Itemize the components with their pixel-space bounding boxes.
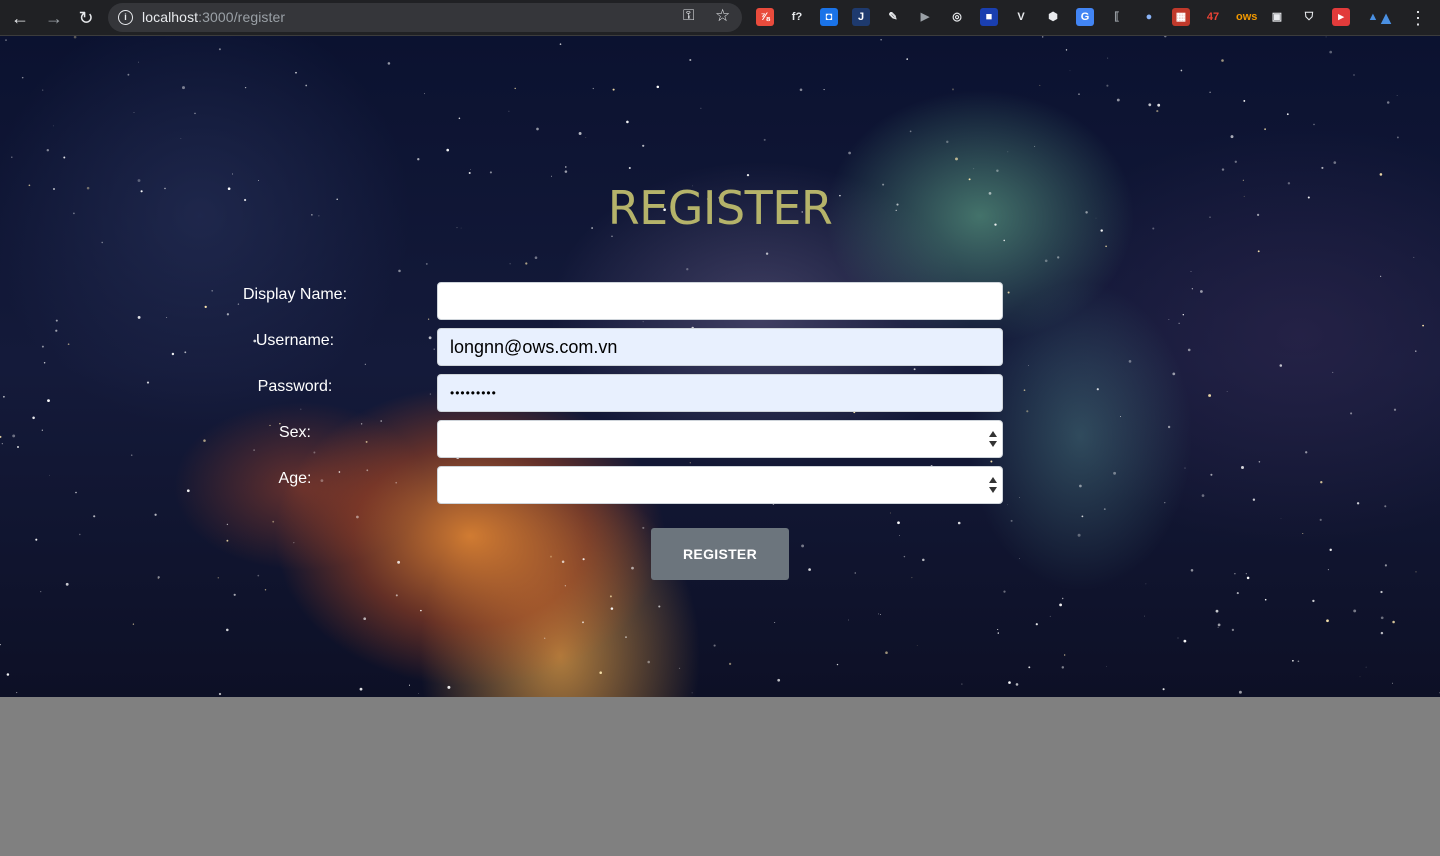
ext-play-icon[interactable]: ▶ <box>916 8 934 26</box>
ext-pen-icon[interactable]: ✎ <box>884 8 902 26</box>
profile-icon[interactable]: ▲ <box>1374 6 1398 30</box>
sex-select[interactable] <box>437 420 1003 458</box>
ext-shield-icon[interactable]: ⛉ <box>1300 8 1318 26</box>
age-label: Age: <box>278 470 312 487</box>
password-mask: ••••••••• <box>450 386 497 400</box>
ext-bracket-icon[interactable]: ⟦ <box>1108 8 1126 26</box>
ext-square-icon[interactable]: ■ <box>980 8 998 26</box>
ext-vue-icon[interactable]: V <box>1012 8 1030 26</box>
url-host: localhost <box>142 9 199 25</box>
ext-j-icon[interactable]: J <box>852 8 870 26</box>
select-arrows-icon <box>988 475 998 495</box>
username-input[interactable]: longnn@ows.com.vn <box>437 328 1003 366</box>
display-name-input[interactable] <box>437 282 1003 320</box>
ext-formula-icon[interactable]: f? <box>788 8 806 26</box>
back-icon[interactable]: ← <box>8 6 32 30</box>
address-bar[interactable]: i localhost:3000/register ⚿ ☆ <box>108 3 742 32</box>
empty-page-area <box>0 697 1440 856</box>
ext-todo-icon[interactable]: ⅞ <box>756 8 774 26</box>
ext-ows-icon[interactable]: ows <box>1236 8 1257 26</box>
forward-icon[interactable]: → <box>42 6 66 30</box>
ext-badge-icon[interactable]: 47 <box>1204 8 1222 26</box>
register-page: REGISTER Display Name: Username: longnn@… <box>0 36 1440 697</box>
ext-target-icon[interactable]: ◎ <box>948 8 966 26</box>
browser-toolbar: ← → ↻ i localhost:3000/register ⚿ ☆ ⅞ f? ◘… <box>0 0 1440 36</box>
password-label: Password: <box>257 378 333 395</box>
password-key-icon[interactable]: ⚿ <box>683 7 694 24</box>
ext-circle-icon[interactable]: ● <box>1140 8 1158 26</box>
ext-box-icon[interactable]: ▣ <box>1268 8 1286 26</box>
username-label: Username: <box>255 332 335 349</box>
bookmark-star-icon[interactable]: ☆ <box>715 6 730 26</box>
password-input[interactable]: ••••••••• <box>437 374 1003 412</box>
select-arrows-icon <box>988 429 998 449</box>
age-select[interactable] <box>437 466 1003 504</box>
space-background <box>0 36 1440 696</box>
ext-translate-icon[interactable]: G <box>1076 8 1094 26</box>
ext-grid-icon[interactable]: ▦ <box>1172 8 1190 26</box>
menu-dots-icon[interactable]: ⋮ <box>1406 6 1430 30</box>
display-name-label: Display Name: <box>242 286 348 303</box>
ext-pocket-icon[interactable]: ◘ <box>820 8 838 26</box>
site-info-icon[interactable]: i <box>118 10 133 25</box>
page-title: REGISTER <box>607 181 833 235</box>
sex-label: Sex: <box>278 424 311 441</box>
register-button[interactable]: REGISTER <box>651 528 789 580</box>
url-path: :3000/register <box>198 9 286 25</box>
ext-save-icon[interactable]: ▸ <box>1332 8 1350 26</box>
reload-icon[interactable]: ↻ <box>74 6 98 30</box>
url-text: localhost:3000/register <box>142 9 285 25</box>
ext-cube-icon[interactable]: ⬢ <box>1044 8 1062 26</box>
